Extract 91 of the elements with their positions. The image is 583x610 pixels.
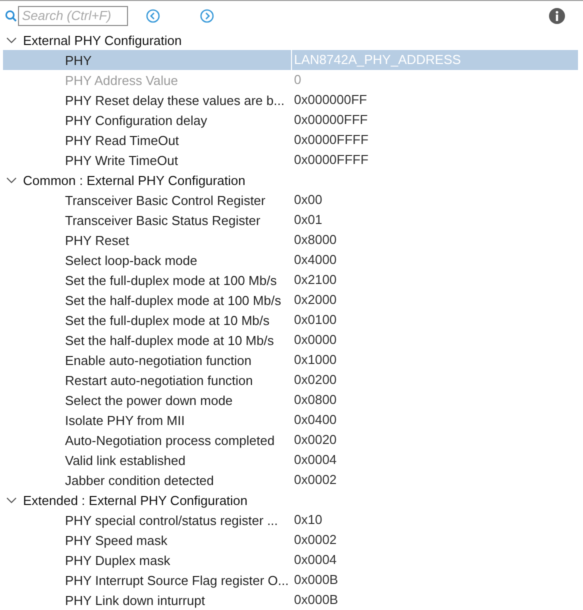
previous-button[interactable] xyxy=(146,8,160,22)
property-label: PHY Read TimeOut xyxy=(65,132,180,148)
property-row[interactable]: Set the half-duplex mode at 100 Mb/s 0x2000 xyxy=(3,290,578,310)
property-label: Set the full-duplex mode at 10 Mb/s xyxy=(65,312,271,328)
property-label: PHY Speed mask xyxy=(65,532,168,548)
property-value: 0x2100 xyxy=(293,271,338,289)
property-label: Restart auto-negotiation function xyxy=(65,372,254,388)
info-button[interactable] xyxy=(549,8,565,24)
property-label: PHY Interrupt Source Flag register O... xyxy=(65,572,290,588)
property-value: 0x0200 xyxy=(293,371,338,389)
property-value: 0x2000 xyxy=(293,291,338,309)
property-label: Valid link established xyxy=(65,452,186,468)
property-label: Auto-Negotiation process completed xyxy=(65,432,276,448)
property-value: 0x1000 xyxy=(293,351,338,369)
property-row[interactable]: Valid link established 0x0004 xyxy=(3,450,578,470)
property-value: 0x4000 xyxy=(293,251,338,269)
property-row[interactable]: PHY Duplex mask 0x0004 xyxy=(3,550,578,570)
property-row[interactable]: Auto-Negotiation process completed 0x0020 xyxy=(3,430,578,450)
property-row[interactable]: Set the full-duplex mode at 100 Mb/s 0x2100 xyxy=(3,270,578,290)
group-title: Common : External PHY Configuration xyxy=(23,172,246,188)
property-value: 0x0000 xyxy=(293,331,338,349)
property-row[interactable]: Select the power down mode 0x0800 xyxy=(3,390,578,410)
info-icon xyxy=(549,8,565,24)
property-value: 0x0000FFFF xyxy=(293,131,370,149)
property-value: 0x00000FFF xyxy=(293,111,369,129)
selected-row[interactable]: PHY LAN8742A_PHY_ADDRESS xyxy=(3,50,578,70)
property-row[interactable]: PHY Configuration delay 0x00000FFF xyxy=(3,110,578,130)
property-value: 0x000B xyxy=(293,591,340,609)
property-value: 0x0800 xyxy=(293,391,338,409)
property-label: PHY Address Value xyxy=(65,72,179,88)
property-value: LAN8742A_PHY_ADDRESS xyxy=(291,50,578,70)
property-row[interactable]: PHY Speed mask 0x0002 xyxy=(3,530,578,550)
property-label: PHY Reset xyxy=(65,232,130,248)
next-icon xyxy=(200,8,214,22)
property-value: 0x000B xyxy=(293,571,340,589)
next-button[interactable] xyxy=(200,8,214,22)
property-value: 0x0004 xyxy=(293,451,338,469)
property-row[interactable]: Isolate PHY from MII 0x0400 xyxy=(3,410,578,430)
property-value: 0x000000FF xyxy=(293,91,368,109)
property-row[interactable]: Jabber condition detected 0x0002 xyxy=(3,470,578,490)
property-label: PHY xyxy=(65,52,93,68)
property-value: 0x0004 xyxy=(293,551,338,569)
property-label: Select the power down mode xyxy=(65,392,234,408)
property-value: 0x0400 xyxy=(293,411,338,429)
property-value: 0 xyxy=(293,71,302,89)
group-header[interactable]: External PHY Configuration xyxy=(0,30,583,50)
property-row[interactable]: PHY Interrupt Source Flag register O... 0x000B xyxy=(3,570,578,590)
property-label: Isolate PHY from MII xyxy=(65,412,186,428)
property-row[interactable]: Enable auto-negotiation function 0x1000 xyxy=(3,350,578,370)
previous-icon xyxy=(146,8,160,22)
group-header[interactable]: Common : External PHY Configuration xyxy=(0,170,583,190)
property-row[interactable]: PHY Reset 0x8000 xyxy=(3,230,578,250)
property-label: Set the full-duplex mode at 100 Mb/s xyxy=(65,272,278,288)
property-label: Transceiver Basic Control Register xyxy=(65,192,266,208)
property-row[interactable]: Set the half-duplex mode at 10 Mb/s 0x0000 xyxy=(3,330,578,350)
property-value: 0x0020 xyxy=(293,431,338,449)
group-title: External PHY Configuration xyxy=(23,32,182,48)
property-label: PHY Duplex mask xyxy=(65,552,172,568)
property-label: Transceiver Basic Status Register xyxy=(65,212,262,228)
property-row[interactable]: Set the full-duplex mode at 10 Mb/s 0x0100 xyxy=(3,310,578,330)
property-row[interactable]: PHY Link down inturrupt 0x000B xyxy=(3,590,578,610)
property-value: 0x0000FFFF xyxy=(293,151,370,169)
property-value: 0x0002 xyxy=(293,471,338,489)
property-label: Select loop-back mode xyxy=(65,252,198,268)
search-icon xyxy=(5,10,17,22)
property-value: 0x0002 xyxy=(293,531,338,549)
property-row[interactable]: Transceiver Basic Status Register 0x01 xyxy=(3,210,578,230)
property-row[interactable]: PHY Read TimeOut 0x0000FFFF xyxy=(3,130,578,150)
property-row[interactable]: PHY special control/status register ... 0x10 xyxy=(3,510,578,530)
property-row[interactable]: Restart auto-negotiation function 0x0200 xyxy=(3,370,578,390)
property-label: PHY Reset delay these values are b... xyxy=(65,92,286,108)
property-row[interactable]: PHY Reset delay these values are b... 0x000000FF xyxy=(3,90,578,110)
property-row[interactable]: PHY Write TimeOut 0x0000FFFF xyxy=(3,150,578,170)
search-field[interactable]: Search (Ctrl+F) xyxy=(18,6,128,26)
group-title: Extended : External PHY Configuration xyxy=(23,492,248,508)
property-label: PHY special control/status register ... xyxy=(65,512,279,528)
property-label: PHY Write TimeOut xyxy=(65,152,179,168)
property-value: 0x8000 xyxy=(293,231,338,249)
property-value: 0x00 xyxy=(293,191,324,209)
group-header[interactable]: Extended : External PHY Configuration xyxy=(0,490,583,510)
property-label: Set the half-duplex mode at 10 Mb/s xyxy=(65,332,275,348)
property-label: Jabber condition detected xyxy=(65,472,215,488)
property-label: Set the half-duplex mode at 100 Mb/s xyxy=(65,292,282,308)
property-label: Enable auto-negotiation function xyxy=(65,352,252,368)
property-value: 0x0100 xyxy=(293,311,338,329)
property-label: PHY Configuration delay xyxy=(65,112,208,128)
property-label: PHY Link down inturrupt xyxy=(65,592,206,608)
property-value: 0x01 xyxy=(293,211,324,229)
property-row[interactable]: Transceiver Basic Control Register 0x00 xyxy=(3,190,578,210)
property-row[interactable]: Select loop-back mode 0x4000 xyxy=(3,250,578,270)
property-value: 0x10 xyxy=(293,511,324,529)
